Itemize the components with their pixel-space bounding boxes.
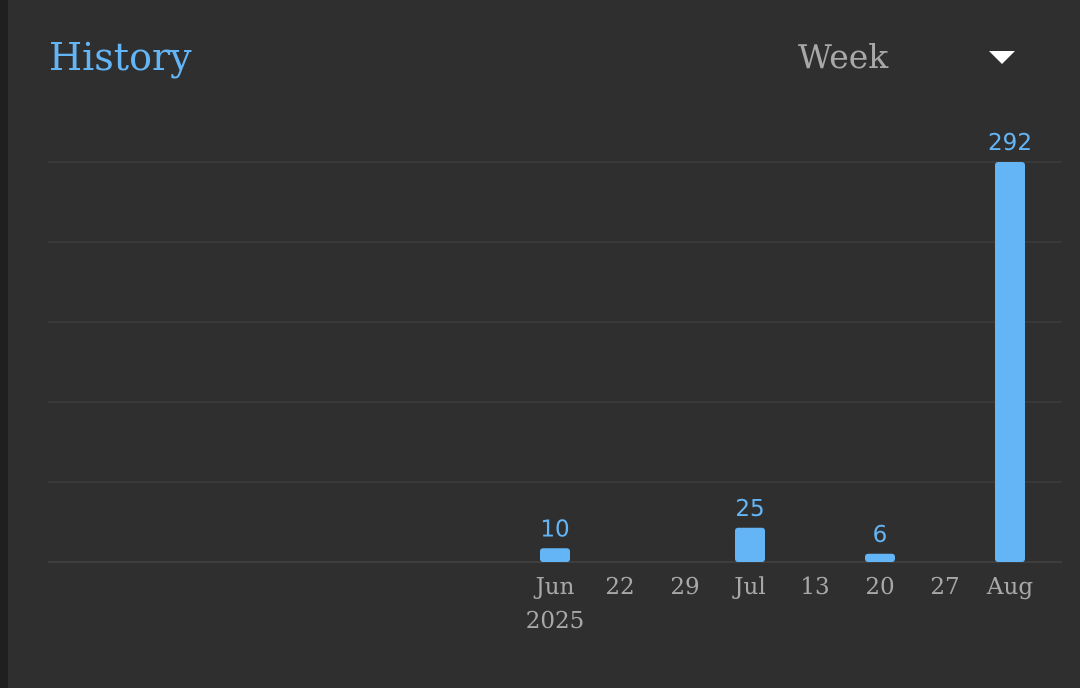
x-tick-label: 22 bbox=[605, 574, 634, 600]
bar bbox=[995, 162, 1025, 562]
x-tick-label: 13 bbox=[800, 574, 829, 600]
x-tick-label: Jun bbox=[534, 574, 575, 600]
bar-value-label: 292 bbox=[988, 130, 1032, 156]
bar bbox=[735, 527, 765, 562]
bar-value-label: 10 bbox=[540, 516, 569, 542]
bar bbox=[865, 553, 895, 562]
bar-value-label: 6 bbox=[873, 522, 888, 548]
x-tick-sublabel: 2025 bbox=[526, 608, 585, 634]
x-tick-label: Jul bbox=[732, 574, 765, 600]
history-bar-chart: 10 25 6 292 Jun 2025 22 29 Jul 13 20 27 Aug bbox=[48, 130, 1062, 634]
x-tick-label: 20 bbox=[865, 574, 894, 600]
bar-value-label: 25 bbox=[735, 496, 764, 522]
x-tick-label: 27 bbox=[930, 574, 959, 600]
x-tick-label: 29 bbox=[670, 574, 699, 600]
bar bbox=[540, 548, 570, 562]
x-tick-label: Aug bbox=[986, 574, 1033, 600]
history-card: History Week 10 25 6 292 Jun 2025 22 29 Jul 13 20 2… bbox=[8, 0, 1080, 688]
